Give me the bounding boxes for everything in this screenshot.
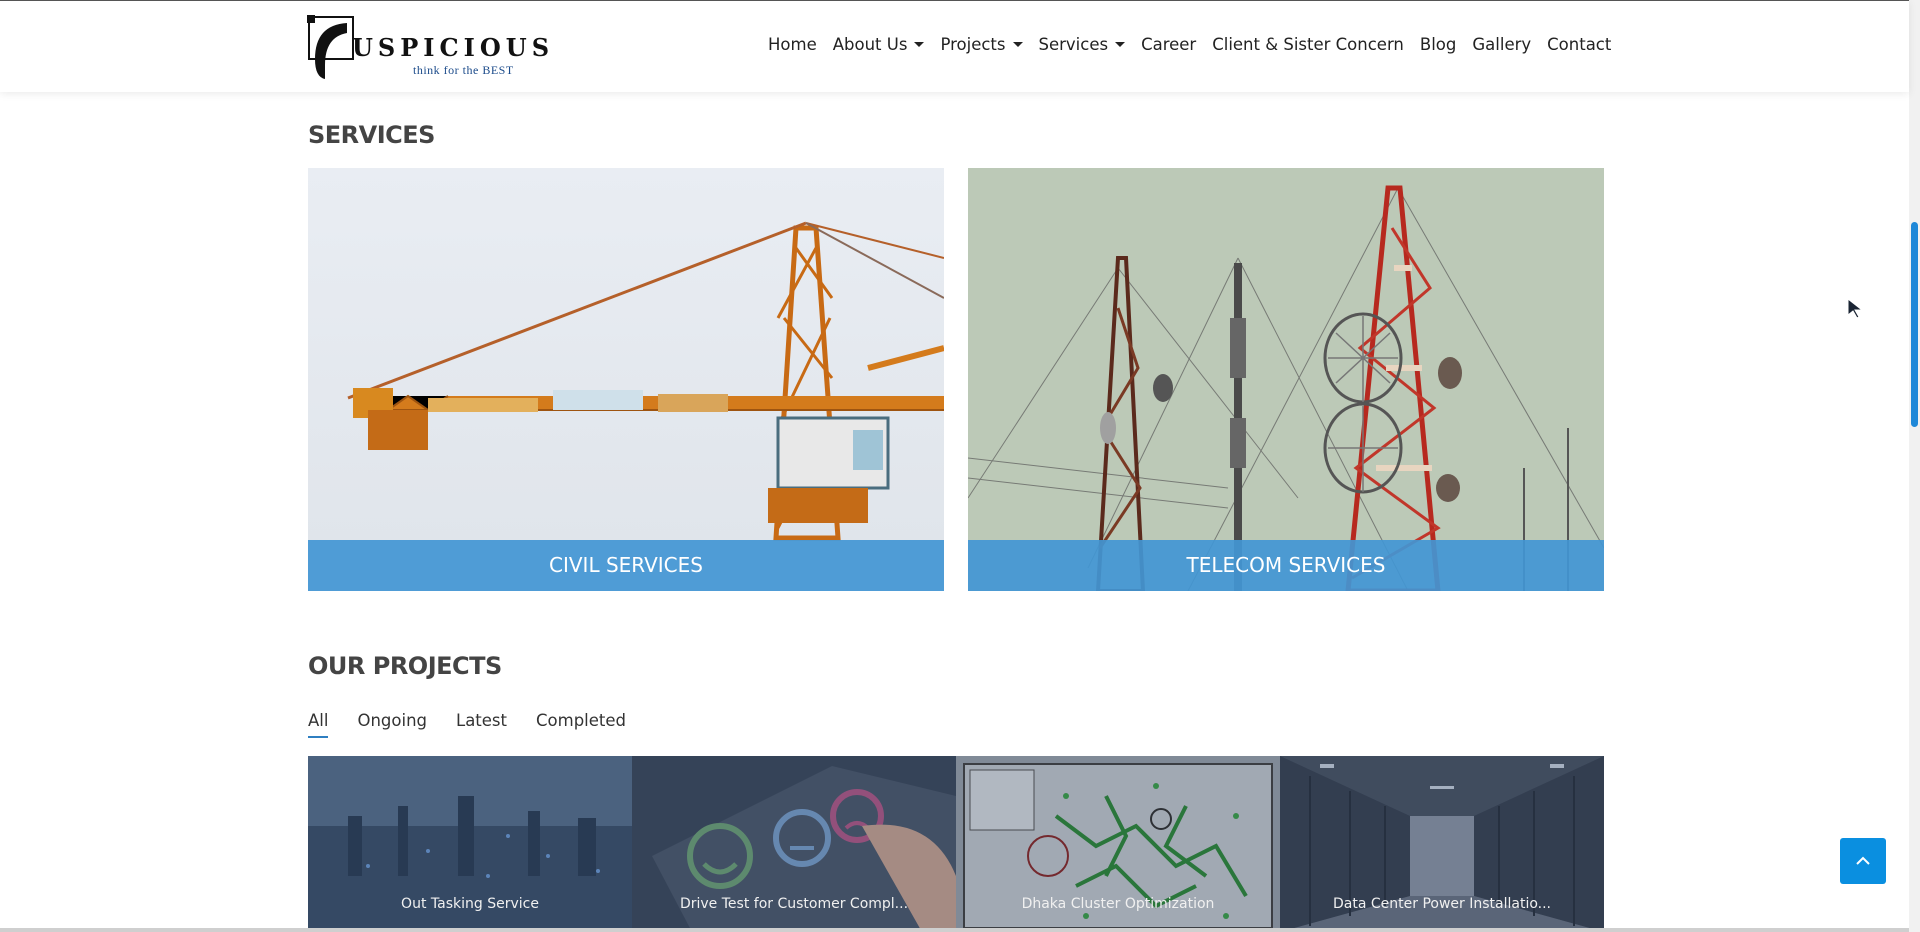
mouse-cursor-icon — [1847, 297, 1864, 319]
nav-label: Services — [1038, 35, 1109, 54]
nav-projects[interactable]: Projects — [932, 35, 1030, 54]
bottom-edge — [0, 928, 1909, 932]
chevron-up-icon — [1856, 856, 1870, 865]
services-title: SERVICES — [308, 121, 435, 149]
civil-services-label: CIVIL SERVICES — [308, 540, 944, 591]
project-card-out-tasking[interactable]: Out Tasking Service — [308, 756, 632, 932]
project-label: Dhaka Cluster Optimization — [1021, 896, 1215, 912]
nav-label: Blog — [1419, 35, 1457, 54]
project-card-drive-test[interactable]: Drive Test for Customer Compl... — [632, 756, 956, 932]
projects-title: OUR PROJECTS — [308, 652, 502, 680]
filter-ongoing[interactable]: Ongoing — [357, 711, 427, 738]
filter-all[interactable]: All — [308, 711, 329, 738]
nav-about-us[interactable]: About Us — [825, 35, 933, 54]
main-menu: Home About Us Projects Services Career Client… — [760, 35, 1619, 54]
nav-label: Home — [768, 35, 817, 54]
project-label: Drive Test for Customer Compl... — [679, 896, 909, 912]
nav-career[interactable]: Career — [1133, 35, 1204, 54]
nav-label: Gallery — [1472, 35, 1532, 54]
civil-services-card[interactable]: CIVIL SERVICES — [308, 168, 944, 591]
brand-tagline: think for the BEST — [413, 63, 514, 77]
page-scrollbar[interactable] — [1909, 0, 1920, 932]
nav-gallery[interactable]: Gallery — [1464, 35, 1539, 54]
telecom-services-label: TELECOM SERVICES — [968, 540, 1604, 591]
caret-down-icon — [914, 42, 925, 47]
top-navbar: USPICIOUS think for the BEST Home About U… — [0, 0, 1909, 92]
nav-client-sister-concern[interactable]: Client & Sister Concern — [1204, 35, 1412, 54]
scrollbar-thumb[interactable] — [1911, 222, 1918, 427]
project-card-dhaka-cluster[interactable]: Dhaka Cluster Optimization — [956, 756, 1280, 932]
project-label: Data Center Power Installatio... — [1333, 896, 1551, 912]
nav-blog[interactable]: Blog — [1412, 35, 1464, 54]
nav-label: Contact — [1547, 35, 1612, 54]
brand-name: USPICIOUS — [352, 33, 555, 62]
project-filters: All Ongoing Latest Completed — [308, 711, 655, 738]
caret-down-icon — [1115, 42, 1126, 47]
nav-label: About Us — [832, 35, 908, 54]
caret-down-icon — [1012, 42, 1023, 47]
nav-services[interactable]: Services — [1031, 35, 1134, 54]
telecom-services-card[interactable]: TELECOM SERVICES — [968, 168, 1604, 591]
nav-label: Client & Sister Concern — [1212, 35, 1404, 54]
brand-logo[interactable]: USPICIOUS think for the BEST — [307, 15, 549, 81]
nav-label: Projects — [940, 35, 1006, 54]
project-label: Out Tasking Service — [401, 896, 539, 912]
filter-completed[interactable]: Completed — [536, 711, 626, 738]
nav-label: Career — [1141, 35, 1197, 54]
project-card-data-center[interactable]: Data Center Power Installatio... — [1280, 756, 1604, 932]
nav-contact[interactable]: Contact — [1539, 35, 1619, 54]
filter-latest[interactable]: Latest — [456, 711, 507, 738]
nav-home[interactable]: Home — [760, 35, 825, 54]
telecom-towers-image — [968, 168, 1604, 591]
crane-image — [308, 168, 944, 591]
back-to-top-button[interactable] — [1840, 838, 1886, 884]
